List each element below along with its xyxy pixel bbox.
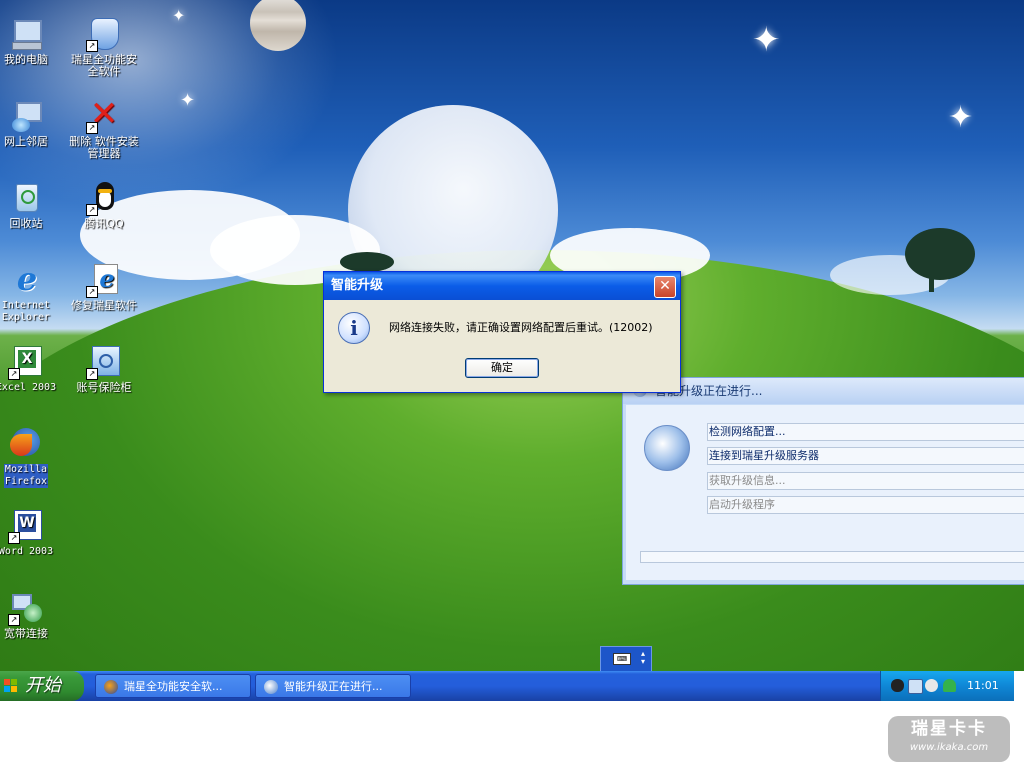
- desktop-icon-word[interactable]: W ↗ Word 2003: [0, 510, 64, 558]
- desktop-icon-delete-manager[interactable]: ✕ ↗ 删除 软件安装管理器: [66, 97, 142, 160]
- word-icon: W ↗: [8, 510, 42, 544]
- watermark-url: www.ikaka.com: [909, 742, 989, 753]
- shortcut-arrow-icon: ↗: [86, 204, 98, 216]
- rising-tray-icon[interactable]: [943, 679, 956, 692]
- upgrade-window-body: 检测网络配置... 连接到瑞星升级服务器 获取升级信息... 启动升级程序: [626, 405, 1024, 580]
- excel-icon: X ↗: [8, 346, 42, 380]
- taskbar-item-rising[interactable]: 瑞星全功能安全软...: [95, 674, 251, 698]
- ime-toolbar[interactable]: ⌨ ▴ ▾: [600, 646, 652, 671]
- globe-upgrade-icon: [644, 425, 690, 471]
- qq-tray-icon[interactable]: [891, 679, 904, 692]
- keyboard-icon[interactable]: ⌨: [613, 653, 631, 665]
- desktop-icon-label: 我的电脑: [4, 53, 48, 66]
- desktop-icon-label: 宽带连接: [4, 627, 48, 640]
- desktop-icon-broadband[interactable]: ↗ 宽带连接: [0, 592, 64, 640]
- upgrade-task-icon: [264, 680, 278, 694]
- clock[interactable]: 11:01: [967, 671, 999, 701]
- star-decoration: ✦: [948, 100, 974, 135]
- shortcut-arrow-icon: ↗: [86, 122, 98, 134]
- taskbar-item-label: 智能升级正在进行...: [284, 680, 383, 693]
- desktop-icon-label: 修复瑞星软件: [71, 299, 137, 312]
- network-tray-icon[interactable]: [908, 679, 923, 694]
- desktop-icon-label: 腾讯QQ: [84, 217, 124, 230]
- ie-icon: e: [16, 260, 38, 298]
- windows-logo-icon: [4, 679, 18, 693]
- desktop-icon-recycle-bin[interactable]: 回收站: [0, 182, 64, 230]
- upgrade-step: 启动升级程序: [707, 496, 1024, 514]
- star-decoration: ✦: [180, 90, 196, 111]
- upgrade-step: 获取升级信息...: [707, 472, 1024, 490]
- desktop-icon-excel[interactable]: X ↗ Excel 2003: [0, 346, 64, 394]
- shortcut-arrow-icon: ↗: [86, 286, 98, 298]
- start-button[interactable]: 开始: [0, 671, 84, 701]
- ok-button[interactable]: 确定: [465, 358, 539, 378]
- my-computer-icon: [10, 18, 42, 50]
- upgrade-window[interactable]: 智能升级正在进行... 检测网络配置... 连接到瑞星升级服务器 获取升级信息.…: [622, 377, 1024, 585]
- desktop-icon-label: Internet Explorer: [1, 300, 51, 323]
- dialog-message: 网络连接失败，请正确设置网络配置后重试。(12002): [389, 321, 653, 334]
- firefox-icon: [10, 428, 42, 460]
- desktop-icon-label: Word 2003: [0, 546, 54, 557]
- desktop-icon-my-computer[interactable]: 我的电脑: [0, 18, 64, 66]
- shortcut-arrow-icon: ↗: [8, 368, 20, 380]
- error-dialog[interactable]: 智能升级 ✕ i 网络连接失败，请正确设置网络配置后重试。(12002) 确定: [323, 271, 681, 393]
- recycle-bin-icon: [10, 182, 42, 214]
- upgrade-step: 检测网络配置...: [707, 423, 1024, 441]
- info-icon: i: [338, 312, 370, 344]
- watermark-brand: 瑞星卡卡: [911, 719, 987, 739]
- taskbar-item-label: 瑞星全功能安全软...: [124, 680, 223, 693]
- desktop[interactable]: ✦ ✦ ✦ ✦ 我的电脑 ↗ 瑞星全功能安全软件 网上邻居 ✕ ↗ 删除 软件安…: [0, 0, 1024, 671]
- desktop-icon-label: 账号保险柜: [76, 381, 132, 394]
- delete-x-icon: ✕ ↗: [86, 97, 120, 134]
- shortcut-arrow-icon: ↗: [8, 614, 20, 626]
- taskbar: 开始 瑞星全功能安全软... 智能升级正在进行... 11:01: [0, 671, 1014, 701]
- desktop-icon-label: 删除 软件安装管理器: [69, 135, 139, 160]
- desktop-icon-label: Mozilla Firefox: [4, 464, 48, 488]
- firefox-task-icon: [104, 680, 118, 694]
- desktop-icon-label: 回收站: [9, 217, 43, 230]
- rising-security-icon: ↗: [86, 18, 120, 52]
- repair-icon: e ↗: [86, 264, 120, 298]
- tree-decoration: [905, 228, 975, 280]
- volume-tray-icon[interactable]: [925, 679, 938, 692]
- upgrade-progress-bar: [640, 551, 1024, 563]
- star-decoration: ✦: [752, 20, 781, 60]
- desktop-icon-label: Excel 2003: [0, 382, 57, 393]
- broadband-icon: ↗: [8, 592, 42, 626]
- ime-options-icon[interactable]: ▴ ▾: [641, 650, 645, 666]
- desktop-icon-firefox[interactable]: Mozilla Firefox: [0, 428, 64, 488]
- system-tray: 11:01: [880, 671, 1014, 701]
- qq-penguin-icon: ↗: [86, 182, 120, 216]
- close-icon[interactable]: ✕: [654, 276, 676, 298]
- desktop-icon-qq[interactable]: ↗ 腾讯QQ: [66, 182, 142, 230]
- dialog-title: 智能升级: [331, 278, 384, 293]
- desktop-icon-network-places[interactable]: 网上邻居: [0, 100, 64, 148]
- shortcut-arrow-icon: ↗: [86, 40, 98, 52]
- desktop-icon-rising-security[interactable]: ↗ 瑞星全功能安全软件: [66, 18, 142, 78]
- network-places-icon: [10, 100, 42, 132]
- dialog-titlebar[interactable]: 智能升级 ✕: [324, 272, 680, 300]
- desktop-icon-repair[interactable]: e ↗ 修复瑞星软件: [66, 264, 142, 312]
- upgrade-step: 连接到瑞星升级服务器: [707, 447, 1024, 465]
- watermark-logo: 瑞星卡卡 www.ikaka.com: [888, 716, 1010, 762]
- desktop-icon-label: 网上邻居: [4, 135, 48, 148]
- shortcut-arrow-icon: ↗: [86, 368, 98, 380]
- upgrade-window-titlebar[interactable]: 智能升级正在进行...: [623, 378, 1024, 404]
- desktop-icon-label: 瑞星全功能安全软件: [71, 53, 137, 78]
- star-decoration: ✦: [172, 6, 186, 25]
- tree-trunk: [929, 270, 934, 292]
- desktop-icon-ie[interactable]: e Internet Explorer: [0, 260, 64, 324]
- tree-decoration: [340, 252, 394, 272]
- start-label: 开始: [25, 675, 61, 696]
- safe-box-icon: ↗: [86, 346, 120, 380]
- desktop-icon-safe-box[interactable]: ↗ 账号保险柜: [66, 346, 142, 394]
- shortcut-arrow-icon: ↗: [8, 532, 20, 544]
- taskbar-item-upgrade[interactable]: 智能升级正在进行...: [255, 674, 411, 698]
